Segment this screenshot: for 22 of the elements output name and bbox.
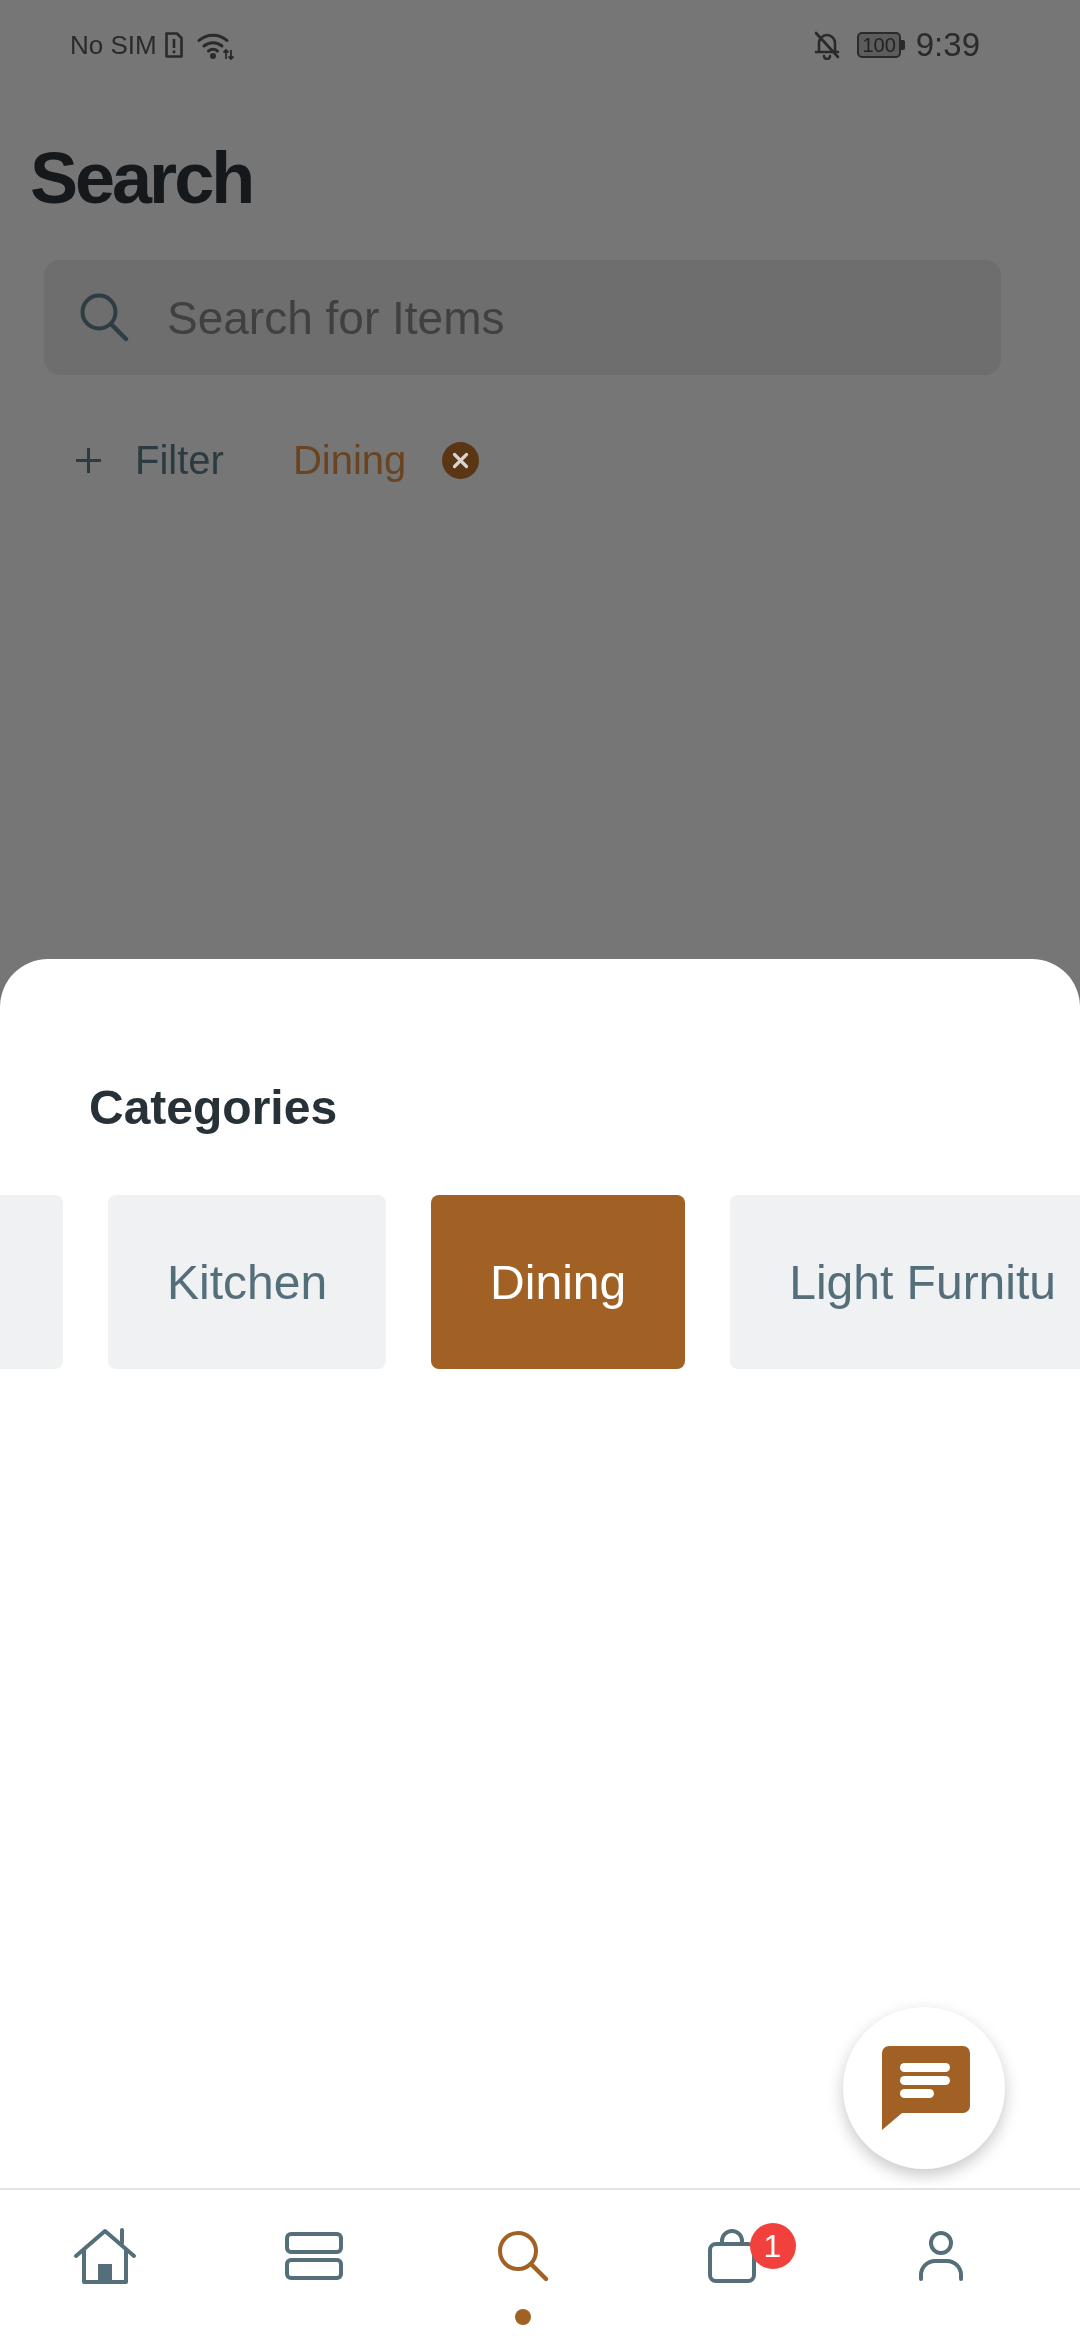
sheet-title: Categories (89, 1080, 338, 1136)
search-icon[interactable] (496, 2230, 549, 2282)
search-icon (79, 292, 129, 342)
home-icon[interactable] (72, 2227, 137, 2285)
notification-badge: 1 (749, 2223, 796, 2269)
sim-alert-icon (163, 31, 184, 59)
clock-time: 9:39 (915, 26, 980, 64)
chat-icon (882, 2046, 970, 2130)
active-filter-label: Dining (292, 437, 407, 483)
battery-indicator: 100 (857, 32, 905, 58)
close-icon[interactable] (442, 441, 480, 479)
category-chip[interactable]: Dining (431, 1195, 686, 1369)
category-chip[interactable]: Kitchen (108, 1195, 387, 1369)
carrier-text: No SIM (70, 29, 157, 61)
plus-icon (75, 446, 102, 474)
stacked-rows-icon[interactable] (284, 2232, 343, 2280)
bell-off-icon (813, 30, 842, 60)
person-icon[interactable] (917, 2231, 964, 2281)
page-title: Search (30, 138, 253, 218)
add-filter-button[interactable]: Filter (75, 430, 224, 490)
shopping-bag-icon[interactable] (707, 2229, 756, 2283)
category-chip[interactable]: Light Furnitu (730, 1195, 1080, 1369)
